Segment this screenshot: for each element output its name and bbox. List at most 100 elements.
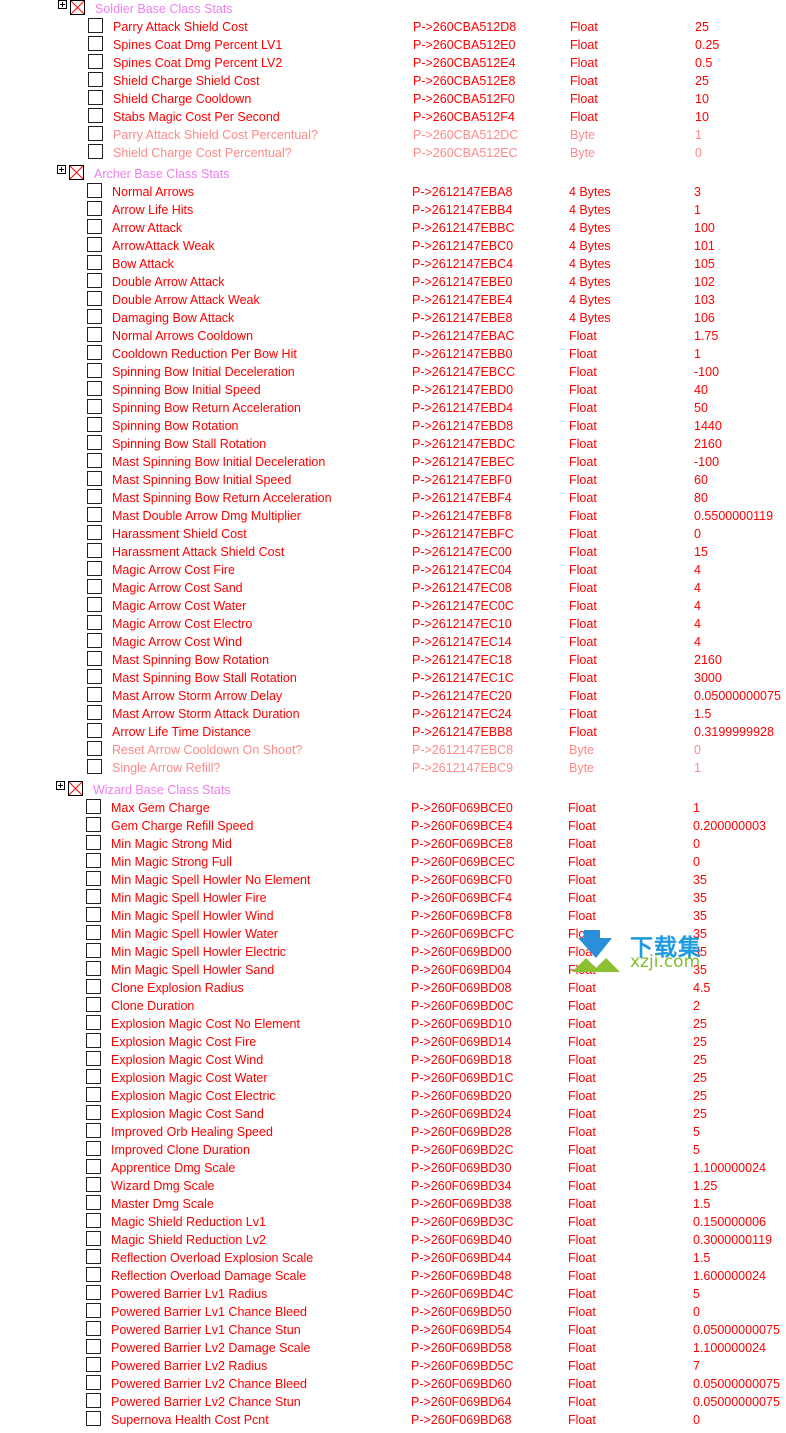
value-cell[interactable]: 0.3000000119 <box>693 1231 772 1249</box>
value-cell[interactable]: 4 <box>694 633 701 651</box>
active-checkbox[interactable] <box>88 90 103 105</box>
value-cell[interactable]: -100 <box>694 453 719 471</box>
value-cell[interactable]: 0.05000000075 <box>693 1321 780 1339</box>
active-checkbox[interactable] <box>86 1339 101 1354</box>
table-row[interactable]: Powered Barrier Lv1 Chance Bleed P->260F0… <box>0 1303 786 1321</box>
table-row[interactable]: Min Magic Strong Full P->260F069BCEC Float… <box>0 853 786 871</box>
table-row[interactable]: Shield Charge Cooldown P->260CBA512F0 Floa… <box>0 90 786 108</box>
value-cell[interactable]: 4 <box>694 561 701 579</box>
active-checkbox[interactable] <box>87 525 102 540</box>
value-cell[interactable]: 1 <box>694 345 701 363</box>
value-cell[interactable]: 0.5500000119 <box>694 507 773 525</box>
table-row[interactable]: Spines Coat Dmg Percent LV1 P->260CBA512E… <box>0 36 786 54</box>
active-checkbox[interactable] <box>86 1105 101 1120</box>
table-row[interactable]: Supernova Health Cost Pcnt P->260F069BD68… <box>0 1411 786 1429</box>
active-checkbox[interactable] <box>88 72 103 87</box>
value-cell[interactable]: 5 <box>693 1141 700 1159</box>
active-checkbox[interactable] <box>87 327 102 342</box>
value-cell[interactable]: 1 <box>694 759 701 777</box>
value-cell[interactable]: 0 <box>693 1303 700 1321</box>
table-row[interactable]: Magic Shield Reduction Lv2 P->260F069BD40… <box>0 1231 786 1249</box>
group-toggle-x-icon[interactable] <box>70 0 85 15</box>
table-row[interactable]: Reflection Overload Damage Scale P->260F0… <box>0 1267 786 1285</box>
active-checkbox[interactable] <box>86 889 101 904</box>
value-cell[interactable]: 1.25 <box>693 1177 717 1195</box>
table-row[interactable]: Improved Clone Duration P->260F069BD2C Flo… <box>0 1141 786 1159</box>
table-row[interactable]: Reset Arrow Cooldown On Shoot? P->2612147… <box>0 741 786 759</box>
table-row[interactable]: Min Magic Strong Mid P->260F069BCE8 Float 0 <box>0 835 786 853</box>
table-row[interactable]: Explosion Magic Cost Electric P->260F069B… <box>0 1087 786 1105</box>
active-checkbox[interactable] <box>86 1051 101 1066</box>
active-checkbox[interactable] <box>88 54 103 69</box>
table-row[interactable]: Master Dmg Scale P->260F069BD38 Float 1.5 <box>0 1195 786 1213</box>
table-row[interactable]: Mast Spinning Bow Stall Rotation P->26121… <box>0 669 786 687</box>
value-cell[interactable]: 1.600000024 <box>693 1267 766 1285</box>
active-checkbox[interactable] <box>86 1033 101 1048</box>
table-row[interactable]: Bow Attack P->2612147EBC4 4 Bytes 105 <box>0 255 786 273</box>
active-checkbox[interactable] <box>86 1123 101 1138</box>
value-cell[interactable]: 4 <box>694 615 701 633</box>
active-checkbox[interactable] <box>86 1195 101 1210</box>
value-cell[interactable]: 0.05000000075 <box>693 1393 780 1411</box>
active-checkbox[interactable] <box>88 18 103 33</box>
value-cell[interactable]: 0.25 <box>695 36 719 54</box>
active-checkbox[interactable] <box>86 1213 101 1228</box>
table-row[interactable]: Magic Arrow Cost Fire P->2612147EC04 Float… <box>0 561 786 579</box>
table-row[interactable]: Parry Attack Shield Cost Percentual? P->2… <box>0 126 786 144</box>
active-checkbox[interactable] <box>87 309 102 324</box>
active-checkbox[interactable] <box>86 1393 101 1408</box>
active-checkbox[interactable] <box>87 435 102 450</box>
table-row[interactable]: Arrow Attack P->2612147EBBC 4 Bytes 100 <box>0 219 786 237</box>
value-cell[interactable]: 25 <box>693 1015 707 1033</box>
value-cell[interactable]: 100 <box>694 219 715 237</box>
value-cell[interactable]: 25 <box>693 1105 707 1123</box>
active-checkbox[interactable] <box>88 126 103 141</box>
table-row[interactable]: Powered Barrier Lv2 Chance Stun P->260F06… <box>0 1393 786 1411</box>
active-checkbox[interactable] <box>88 36 103 51</box>
active-checkbox[interactable] <box>87 219 102 234</box>
table-row[interactable]: Explosion Magic Cost Water P->260F069BD1C… <box>0 1069 786 1087</box>
value-cell[interactable]: 80 <box>694 489 708 507</box>
value-cell[interactable]: 102 <box>694 273 715 291</box>
value-cell[interactable]: 2160 <box>694 435 722 453</box>
value-cell[interactable]: 0.05000000075 <box>694 687 781 705</box>
value-cell[interactable]: 1 <box>695 126 702 144</box>
active-checkbox[interactable] <box>87 651 102 666</box>
table-row[interactable]: Arrow Life Time Distance P->2612147EBB8 Fl… <box>0 723 786 741</box>
table-row[interactable]: Normal Arrows P->2612147EBA8 4 Bytes 3 <box>0 183 786 201</box>
table-row[interactable]: Min Magic Spell Howler Fire P->260F069BCF… <box>0 889 786 907</box>
value-cell[interactable]: 60 <box>694 471 708 489</box>
active-checkbox[interactable] <box>87 669 102 684</box>
value-cell[interactable]: 2 <box>693 997 700 1015</box>
table-row[interactable]: Mast Spinning Bow Rotation P->2612147EC18… <box>0 651 786 669</box>
table-row[interactable]: Harassment Shield Cost P->2612147EBFC Floa… <box>0 525 786 543</box>
active-checkbox[interactable] <box>86 1159 101 1174</box>
active-checkbox[interactable] <box>86 835 101 850</box>
active-checkbox[interactable] <box>87 723 102 738</box>
table-row[interactable]: Gem Charge Refill Speed P->260F069BCE4 Flo… <box>0 817 786 835</box>
active-checkbox[interactable] <box>87 273 102 288</box>
table-row[interactable]: Mast Arrow Storm Arrow Delay P->2612147EC… <box>0 687 786 705</box>
table-row[interactable]: Mast Spinning Bow Initial Deceleration P-… <box>0 453 786 471</box>
value-cell[interactable]: -100 <box>694 363 719 381</box>
table-row[interactable]: Min Magic Spell Howler Wind P->260F069BCF… <box>0 907 786 925</box>
active-checkbox[interactable] <box>86 925 101 940</box>
table-row[interactable]: Shield Charge Shield Cost P->260CBA512E8 F… <box>0 72 786 90</box>
active-checkbox[interactable] <box>87 201 102 216</box>
active-checkbox[interactable] <box>86 961 101 976</box>
value-cell[interactable]: 4 <box>694 579 701 597</box>
table-row[interactable]: Shield Charge Cost Percentual? P->260CBA5… <box>0 144 786 162</box>
value-cell[interactable]: 3 <box>694 183 701 201</box>
table-row[interactable]: Spinning Bow Stall Rotation P->2612147EBD… <box>0 435 786 453</box>
active-checkbox[interactable] <box>87 597 102 612</box>
table-row[interactable]: Double Arrow Attack P->2612147EBE0 4 Bytes… <box>0 273 786 291</box>
expand-icon[interactable] <box>56 781 65 790</box>
active-checkbox[interactable] <box>86 1231 101 1246</box>
value-cell[interactable]: 0.5 <box>695 54 712 72</box>
table-row[interactable]: Powered Barrier Lv1 Radius P->260F069BD4C… <box>0 1285 786 1303</box>
active-checkbox[interactable] <box>87 633 102 648</box>
active-checkbox[interactable] <box>87 615 102 630</box>
active-checkbox[interactable] <box>88 108 103 123</box>
value-cell[interactable]: 1 <box>694 201 701 219</box>
value-cell[interactable]: 0 <box>693 853 700 871</box>
